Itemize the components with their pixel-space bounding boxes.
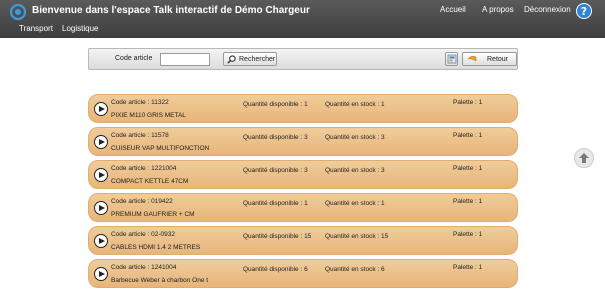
available-quantity: Quantité disponible : 15 bbox=[243, 233, 312, 240]
stock-quantity: Quantité en stock : 15 bbox=[325, 233, 389, 240]
article-description: COMPACT KETTLE 47CM bbox=[111, 178, 189, 185]
article-code: Code article : 1241004 bbox=[111, 264, 177, 271]
article-description: CUISEUR VAP MULTIFONCTION bbox=[111, 145, 210, 152]
stock-quantity: Quantité en stock : 1 bbox=[325, 101, 385, 108]
stock-quantity: Quantité en stock : 6 bbox=[325, 266, 385, 273]
article-code: Code article : 11322 bbox=[111, 99, 169, 106]
palette-count: Palette : 1 bbox=[453, 231, 483, 238]
back-button-label: Retour bbox=[487, 55, 509, 63]
play-circle-icon[interactable] bbox=[94, 102, 108, 116]
article-code: Code article : 11578 bbox=[111, 132, 169, 139]
play-circle-icon[interactable] bbox=[94, 201, 108, 215]
available-quantity: Quantité disponible : 1 bbox=[243, 200, 308, 207]
code-article-label: Code article bbox=[115, 55, 153, 62]
code-article-input[interactable] bbox=[160, 53, 210, 66]
article-row[interactable]: Code article : 1241004 Quantité disponibl… bbox=[88, 259, 518, 288]
palette-count: Palette : 1 bbox=[453, 99, 483, 106]
article-code: Code article : 019422 bbox=[111, 198, 173, 205]
stock-quantity: Quantité en stock : 3 bbox=[325, 134, 385, 141]
play-circle-icon[interactable] bbox=[94, 234, 108, 248]
available-quantity: Quantité disponible : 1 bbox=[243, 101, 308, 108]
available-quantity: Quantité disponible : 3 bbox=[243, 167, 308, 174]
back-button[interactable]: Retour bbox=[462, 52, 517, 66]
export-button[interactable] bbox=[445, 52, 458, 66]
search-button-label: Rechercher bbox=[239, 55, 276, 63]
nav-deconnexion-link[interactable]: Déconnexion bbox=[524, 5, 571, 14]
article-row[interactable]: Code article : 019422 Quantité disponible… bbox=[88, 193, 518, 222]
article-row[interactable]: Code article : 1221004 Quantité disponibl… bbox=[88, 160, 518, 189]
palette-count: Palette : 1 bbox=[453, 264, 483, 271]
article-code: Code article : 1221004 bbox=[111, 165, 177, 172]
back-arrow-icon bbox=[467, 56, 477, 62]
palette-count: Palette : 1 bbox=[453, 165, 483, 172]
available-quantity: Quantité disponible : 6 bbox=[243, 266, 308, 273]
search-toolbar: Code article Rechercher Retour bbox=[88, 48, 518, 70]
article-description: Barbecue Weber à charbon One t bbox=[111, 277, 209, 284]
nav-accueil-link[interactable]: Accueil bbox=[440, 5, 466, 14]
nav-apropos-link[interactable]: A propos bbox=[482, 5, 514, 14]
search-button[interactable]: Rechercher bbox=[223, 52, 277, 66]
article-row[interactable]: Code article : 11322 Quantité disponible … bbox=[88, 94, 518, 123]
scroll-top-button[interactable] bbox=[574, 148, 594, 168]
article-description: CABLES HDMI 1.4 2 METRES bbox=[111, 244, 201, 251]
palette-count: Palette : 1 bbox=[453, 132, 483, 139]
subnav-logistique-link[interactable]: Logistique bbox=[62, 24, 98, 33]
article-description: PIXIE M110 GRIS METAL bbox=[111, 112, 186, 119]
arrow-up-icon bbox=[579, 153, 589, 163]
palette-count: Palette : 1 bbox=[453, 198, 483, 205]
article-code: Code article : 02-0932 bbox=[111, 231, 175, 238]
article-row[interactable]: Code article : 02-0932 Quantité disponibl… bbox=[88, 226, 518, 255]
header-bar: Bienvenue dans l'espace Talk interactif … bbox=[0, 0, 605, 38]
article-row[interactable]: Code article : 11578 Quantité disponible … bbox=[88, 127, 518, 156]
app-logo-icon bbox=[10, 4, 26, 20]
article-description: PREMIUM GAUFRIER + CM bbox=[111, 211, 195, 218]
app-title: Bienvenue dans l'espace Talk interactif … bbox=[32, 5, 310, 16]
play-circle-icon[interactable] bbox=[94, 168, 108, 182]
subnav-transport-link[interactable]: Transport bbox=[19, 24, 53, 33]
stock-quantity: Quantité en stock : 3 bbox=[325, 167, 385, 174]
stock-quantity: Quantité en stock : 1 bbox=[325, 200, 385, 207]
play-circle-icon[interactable] bbox=[94, 267, 108, 281]
help-icon[interactable]: ? bbox=[576, 3, 592, 19]
magnifier-icon bbox=[227, 54, 236, 64]
available-quantity: Quantité disponible : 3 bbox=[243, 134, 308, 141]
play-circle-icon[interactable] bbox=[94, 135, 108, 149]
export-icon bbox=[447, 54, 457, 64]
